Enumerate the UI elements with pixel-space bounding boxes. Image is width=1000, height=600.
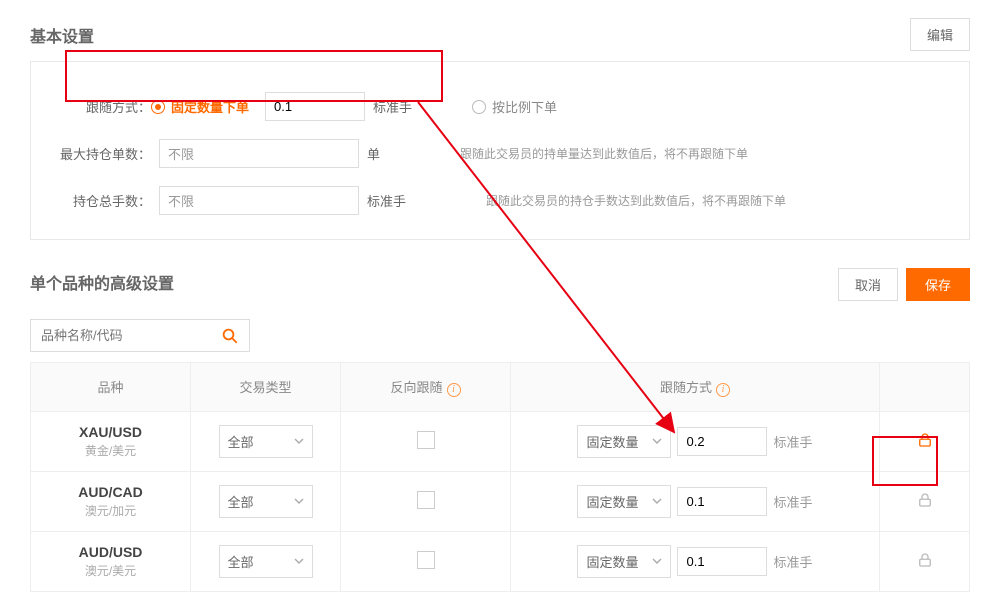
follow-type-select[interactable]: 固定数量 [577,485,671,518]
th-reverse: 反向跟随i [341,363,511,412]
chevron-down-icon [652,496,662,506]
save-button[interactable]: 保存 [906,268,970,301]
trade-type-select[interactable]: 全部 [219,425,313,458]
basic-settings-title: 基本设置 [30,23,94,47]
symbol-name: 黄金/美元 [39,442,182,459]
basic-settings-panel: 跟随方式： 固定数量下单 标准手 按比例下单 最大持仓单数： 单 跟随此交易员的… [30,61,970,240]
chevron-down-icon [294,556,304,566]
lock-icon[interactable] [916,431,934,452]
table-row: AUD/CAD 澳元/加元 全部 固定数量 标准手 [31,471,970,531]
follow-unit: 标准手 [773,552,812,571]
th-trade-type: 交易类型 [191,363,341,412]
follow-mode-label: 跟随方式： [51,97,151,116]
symbol-code: AUD/USD [39,544,182,560]
advanced-settings-title: 单个品种的高级设置 [30,270,174,294]
symbol-table: 品种 交易类型 反向跟随i 跟随方式i XAU/USD黄金/美元全部固定数量标准… [30,362,970,592]
follow-qty-input[interactable] [677,427,767,456]
total-lots-hint: 跟随此交易员的持仓手数达到此数值后，将不再跟随下单 [486,192,786,209]
reverse-follow-checkbox[interactable] [417,551,435,569]
info-icon[interactable]: i [447,383,461,397]
search-button[interactable] [211,320,249,351]
follow-unit: 标准手 [773,492,812,511]
radio-icon [472,100,486,114]
th-lock [880,363,970,412]
max-position-input[interactable] [159,139,359,168]
trade-type-select[interactable]: 全部 [219,545,313,578]
chevron-down-icon [294,436,304,446]
max-position-unit: 单 [367,144,380,163]
follow-unit: 标准手 [773,432,812,451]
chevron-down-icon [652,556,662,566]
radio-icon [151,100,165,114]
ratio-radio-label: 按比例下单 [492,97,557,116]
reverse-follow-checkbox[interactable] [417,431,435,449]
table-row: XAU/USD 黄金/美元 全部 固定数量 标准手 [31,411,970,471]
follow-qty-input[interactable] [677,487,767,516]
total-lots-input[interactable] [159,186,359,215]
follow-qty-input[interactable] [677,547,767,576]
symbol-name: 澳元/加元 [39,502,182,519]
reverse-follow-checkbox[interactable] [417,491,435,509]
fixed-qty-radio-label: 固定数量下单 [171,97,249,116]
ratio-radio[interactable]: 按比例下单 [472,97,557,116]
fixed-qty-radio[interactable]: 固定数量下单 [151,97,249,116]
cancel-button[interactable]: 取消 [838,268,898,301]
chevron-down-icon [652,436,662,446]
max-position-hint: 跟随此交易员的持单量达到此数值后，将不再跟随下单 [460,145,748,162]
max-position-label: 最大持仓单数： [51,144,151,163]
symbol-code: XAU/USD [39,424,182,440]
table-row: AUD/USD 澳元/美元 全部 固定数量 标准手 [31,531,970,591]
search-icon [221,327,239,345]
edit-button[interactable]: 编辑 [910,18,970,51]
follow-type-select[interactable]: 固定数量 [577,545,671,578]
th-follow: 跟随方式i [511,363,880,412]
th-symbol: 品种 [31,363,191,412]
info-icon[interactable]: i [716,383,730,397]
follow-type-select[interactable]: 固定数量 [577,425,671,458]
search-input[interactable] [31,320,211,351]
lock-icon[interactable] [916,491,934,512]
symbol-search[interactable] [30,319,250,352]
chevron-down-icon [294,496,304,506]
symbol-code: AUD/CAD [39,484,182,500]
total-lots-label: 持仓总手数： [51,191,151,210]
fixed-qty-input[interactable] [265,92,365,121]
std-lot-unit: 标准手 [373,97,412,116]
trade-type-select[interactable]: 全部 [219,485,313,518]
symbol-name: 澳元/美元 [39,562,182,579]
total-lots-unit: 标准手 [367,191,406,210]
lock-icon[interactable] [916,551,934,572]
